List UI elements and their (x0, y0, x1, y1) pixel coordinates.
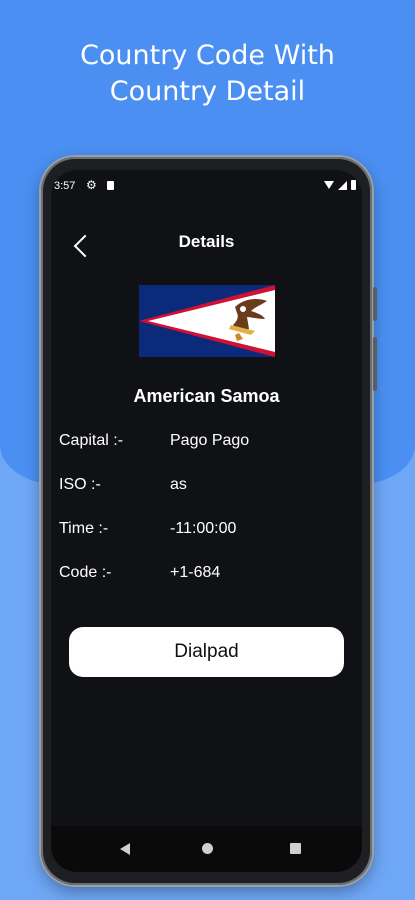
detail-row-capital: Capital :- Pago Pago (59, 432, 349, 456)
wifi-icon (324, 181, 334, 189)
country-name: American Samoa (133, 386, 280, 406)
dialpad-button[interactable]: Dialpad (69, 627, 344, 677)
iso-value: as (170, 476, 187, 493)
code-value: +1-684 (170, 564, 221, 581)
capital-value: Pago Pago (170, 432, 250, 449)
detail-row-iso: ISO :- as (59, 476, 349, 500)
time-label: Time :- (59, 520, 109, 537)
capital-label: Capital :- (59, 432, 124, 449)
sd-card-icon (107, 181, 114, 190)
detail-row-time: Time :- -11:00:00 (59, 520, 349, 544)
promo-title-line-2: Country Detail (109, 76, 306, 107)
battery-icon (351, 180, 356, 190)
status-icons (324, 180, 356, 190)
code-label: Code :- (59, 564, 112, 581)
american-samoa-flag (139, 285, 275, 357)
nav-back-icon[interactable] (120, 843, 130, 855)
signal-icon (338, 180, 347, 190)
flag-graphic (139, 285, 275, 357)
nav-home-icon[interactable] (202, 843, 213, 854)
promo-title: Country Code With Country Detail (0, 38, 415, 110)
promo-title-line-1: Country Code With (80, 40, 335, 71)
app-screen: 3:57 ⚙ Details American Samoa Capital:-… (51, 170, 362, 872)
navigation-bar (51, 826, 362, 872)
status-time: 3:57 (54, 180, 76, 192)
phone-frame: 3:57 ⚙ Details American Samoa Capital:-… (41, 157, 377, 885)
time-value: -11:00:00 (170, 520, 237, 537)
nav-recent-icon[interactable] (290, 843, 301, 854)
volume-button (373, 287, 377, 321)
status-bar: 3:57 ⚙ (51, 170, 362, 200)
detail-row-code: Code :- +1-684 (59, 564, 349, 588)
gear-icon: ⚙ (86, 178, 97, 192)
page-title: Details (178, 232, 235, 251)
power-button (373, 337, 377, 391)
iso-label: ISO :- (59, 476, 101, 493)
